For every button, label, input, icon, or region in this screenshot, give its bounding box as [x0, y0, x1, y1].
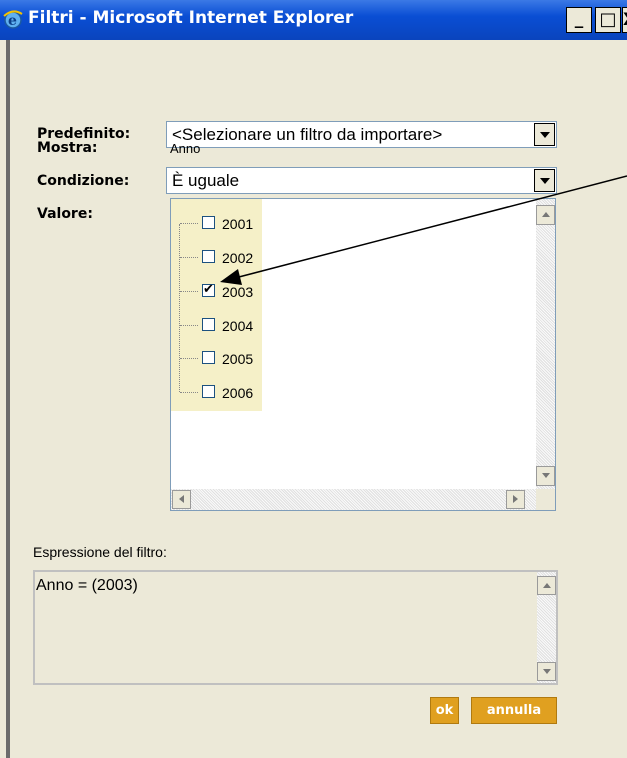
svg-text:e: e [8, 13, 17, 29]
scroll-right-icon[interactable] [506, 490, 525, 509]
annotation-arrow [220, 175, 627, 285]
condizione-label: Condizione: [37, 173, 130, 189]
mostra-value: Anno [170, 141, 201, 156]
predefinito-value: <Selezionare un filtro da importare> [172, 125, 443, 144]
year-label: 2004 [222, 318, 254, 334]
horizontal-scrollbar[interactable] [171, 489, 536, 510]
espressione-value: Anno = (2003) [36, 577, 138, 594]
tree-connector [180, 358, 198, 359]
scroll-up-icon[interactable] [537, 576, 556, 595]
list-item[interactable]: 2005 [200, 350, 260, 370]
mostra-label: Mostra: [37, 140, 98, 156]
scroll-down-icon[interactable] [537, 662, 556, 681]
chevron-down-icon[interactable] [534, 123, 555, 146]
window-frame [6, 40, 10, 758]
scroll-left-icon[interactable] [172, 490, 191, 509]
year-label: 2006 [222, 385, 254, 401]
maximize-button[interactable]: □ [595, 7, 621, 33]
tree-connector [180, 392, 198, 393]
close-button[interactable]: X [622, 7, 627, 33]
internet-explorer-icon: e [2, 8, 24, 30]
ok-button[interactable]: ok [430, 697, 459, 724]
minimize-button[interactable]: _ [566, 7, 592, 33]
year-label: 2005 [222, 351, 254, 367]
annulla-button[interactable]: annulla [471, 697, 557, 724]
espressione-label: Espressione del filtro: [33, 544, 167, 560]
list-item[interactable]: 2004 [200, 317, 260, 337]
tree-connector [180, 325, 198, 326]
year-checkbox[interactable] [202, 318, 215, 331]
scroll-corner [536, 489, 555, 510]
tree-connector [180, 223, 198, 224]
minimize-icon: _ [574, 9, 584, 29]
list-item[interactable]: 2006 [200, 384, 260, 404]
tree-connector [179, 224, 180, 392]
predefinito-select[interactable]: <Selezionare un filtro da importare> [166, 121, 557, 148]
scroll-down-icon[interactable] [536, 466, 555, 486]
valore-label: Valore: [37, 206, 93, 222]
maximize-icon: □ [599, 9, 617, 30]
close-icon: X [623, 10, 627, 30]
tree-connector [180, 291, 198, 292]
year-checkbox[interactable] [202, 351, 215, 364]
year-checkbox[interactable] [202, 385, 215, 398]
window-title: Filtri - Microsoft Internet Explorer [28, 8, 354, 28]
tree-connector [180, 257, 198, 258]
